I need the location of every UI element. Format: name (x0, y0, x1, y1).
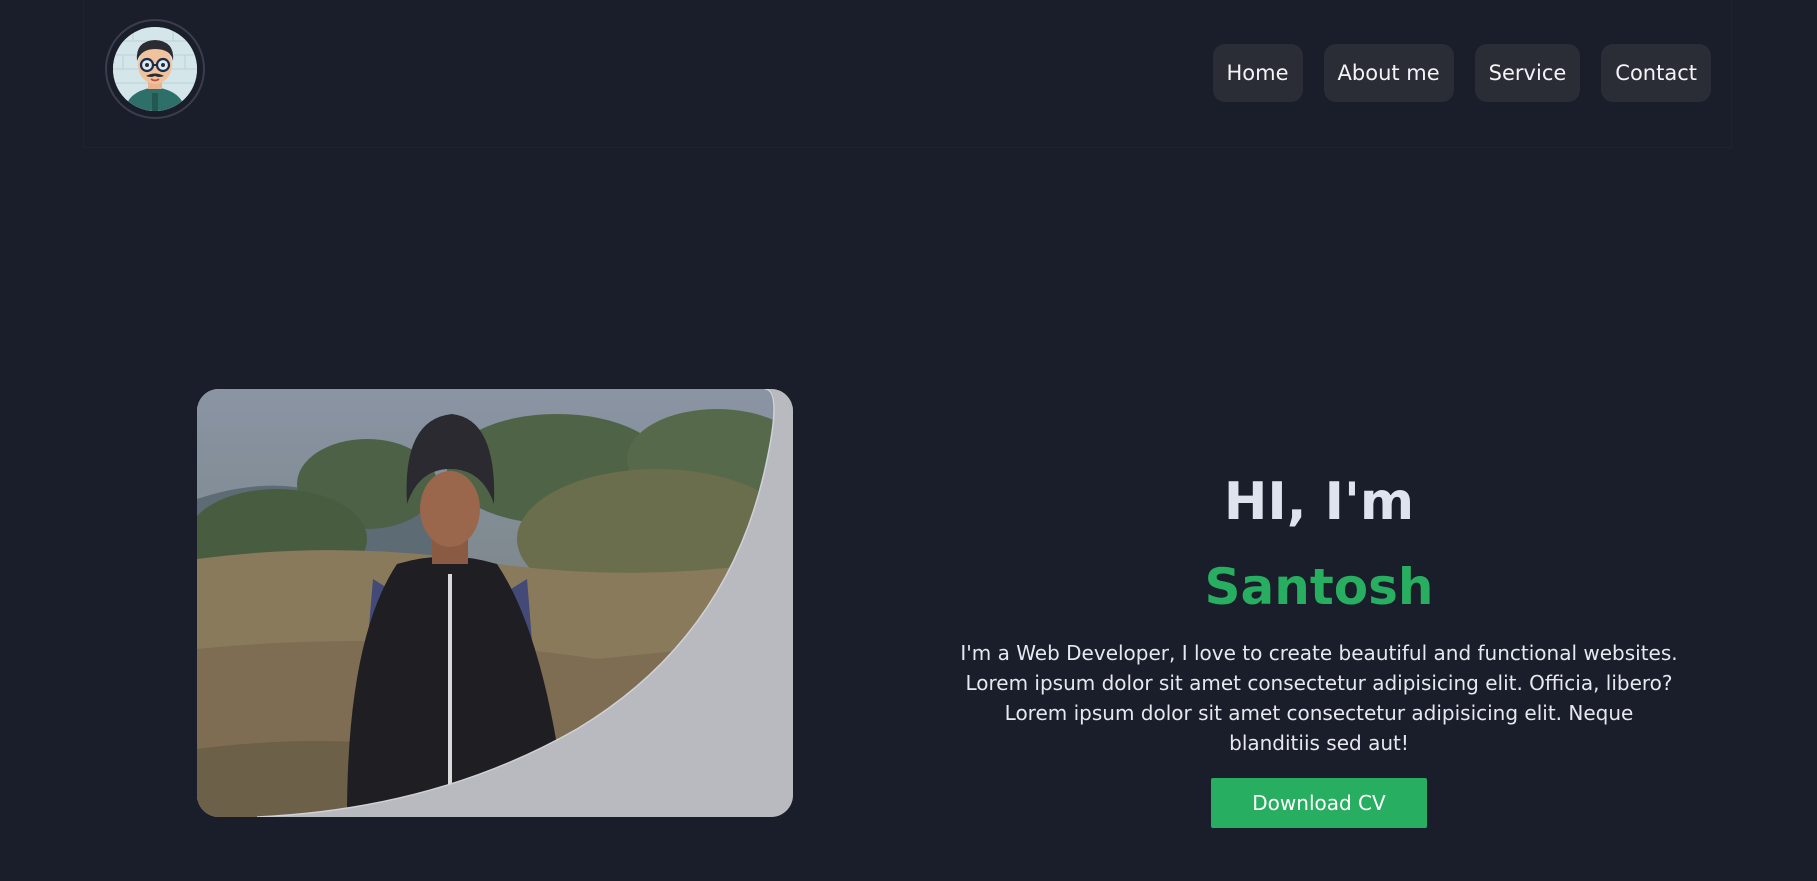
nav-service[interactable]: Service (1474, 44, 1581, 102)
profile-photo (197, 389, 793, 817)
hero-intro: HI, I'm Santosh I'm a Web Developer, I l… (953, 464, 1685, 828)
nav-about-me[interactable]: About me (1323, 44, 1454, 102)
nav-contact[interactable]: Contact (1601, 44, 1711, 102)
cartoon-avatar-icon (113, 27, 197, 111)
site-header: Home About me Service Contact (83, 0, 1732, 148)
download-cv-button[interactable]: Download CV (1211, 778, 1427, 828)
logo[interactable] (105, 19, 205, 119)
page: Home About me Service Contact HI, I'm Sa… (0, 0, 1817, 881)
hero-description: I'm a Web Developer, I love to create be… (960, 641, 1678, 755)
hero-name: Santosh (1204, 558, 1434, 616)
main-nav: Home About me Service Contact (1212, 44, 1711, 102)
nav-home[interactable]: Home (1212, 44, 1303, 102)
hero-greeting: HI, I'm (1223, 472, 1415, 532)
